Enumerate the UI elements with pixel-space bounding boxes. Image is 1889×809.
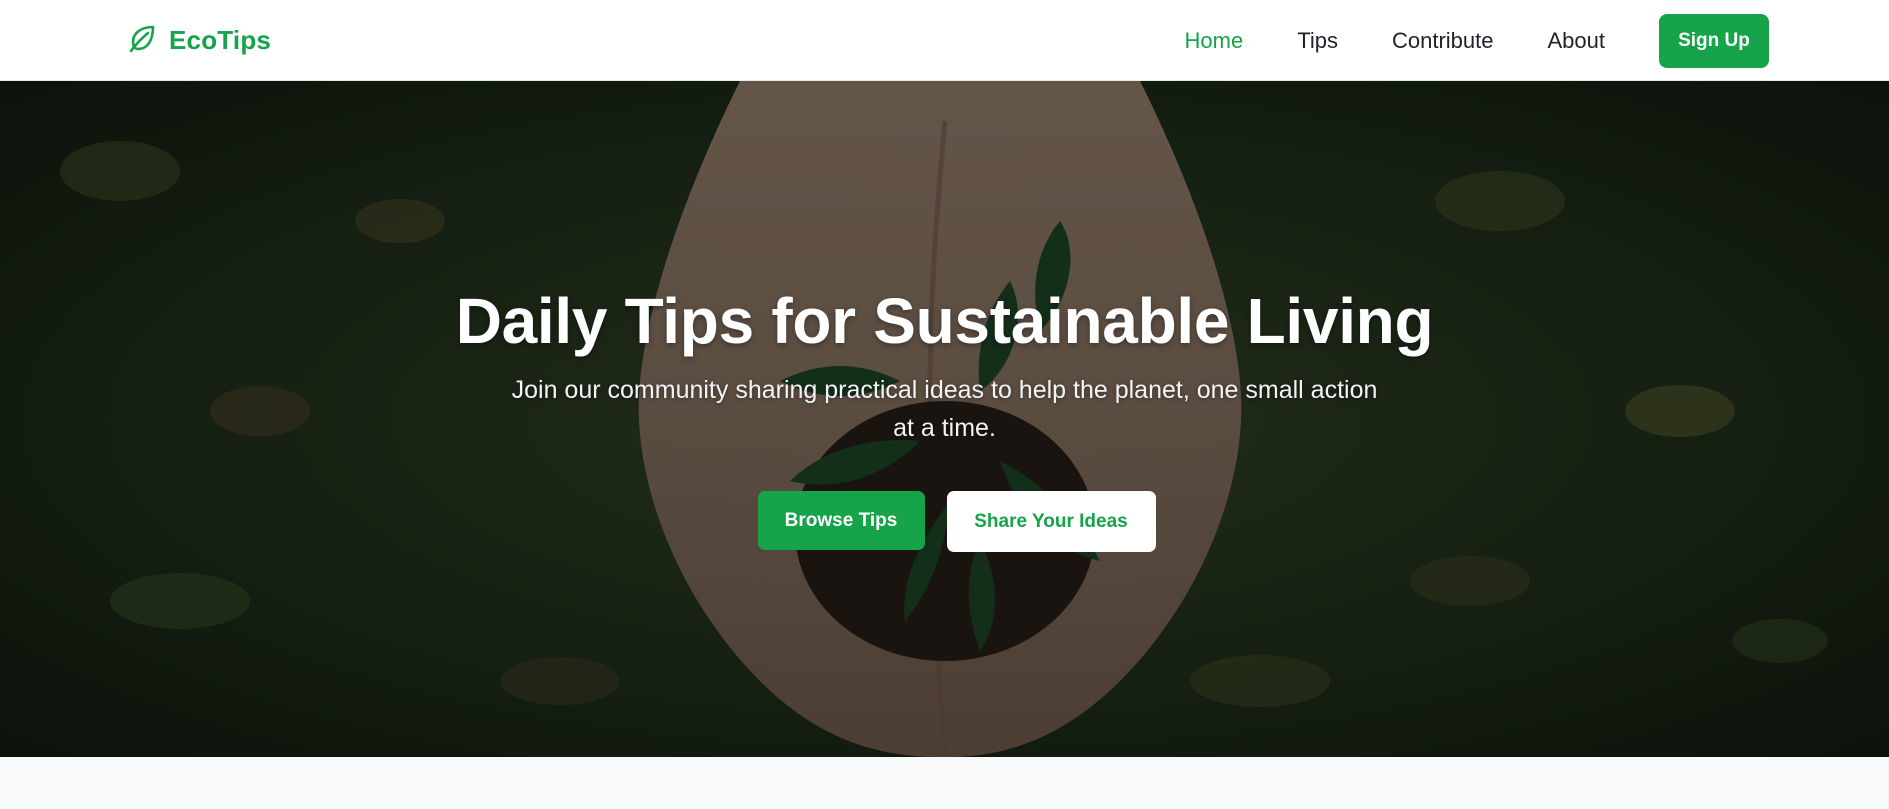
hero-title: Daily Tips for Sustainable Living [455, 285, 1434, 357]
hero-section: Daily Tips for Sustainable Living Join o… [0, 81, 1889, 757]
top-navbar: EcoTips Home Tips Contribute About Sign … [0, 0, 1889, 81]
nav-tips[interactable]: Tips [1297, 28, 1338, 54]
hero-subtitle: Join our community sharing practical ide… [511, 376, 1378, 442]
hero-actions: Browse Tips Share Your Ideas [0, 491, 1889, 552]
nav-about[interactable]: About [1548, 28, 1606, 54]
next-section-strip [0, 757, 1889, 809]
share-ideas-button[interactable]: Share Your Ideas [946, 491, 1156, 552]
nav-home[interactable]: Home [1185, 28, 1244, 54]
hero-content: Daily Tips for Sustainable Living Join o… [0, 81, 1889, 757]
brand-logo[interactable]: EcoTips [127, 0, 271, 81]
nav-contribute[interactable]: Contribute [1392, 28, 1494, 54]
browse-tips-button[interactable]: Browse Tips [757, 491, 925, 550]
main-nav: Home Tips Contribute About Sign Up [1185, 0, 1769, 81]
sign-up-button[interactable]: Sign Up [1659, 13, 1769, 68]
leaf-icon [127, 22, 159, 59]
brand-name: EcoTips [169, 25, 272, 55]
